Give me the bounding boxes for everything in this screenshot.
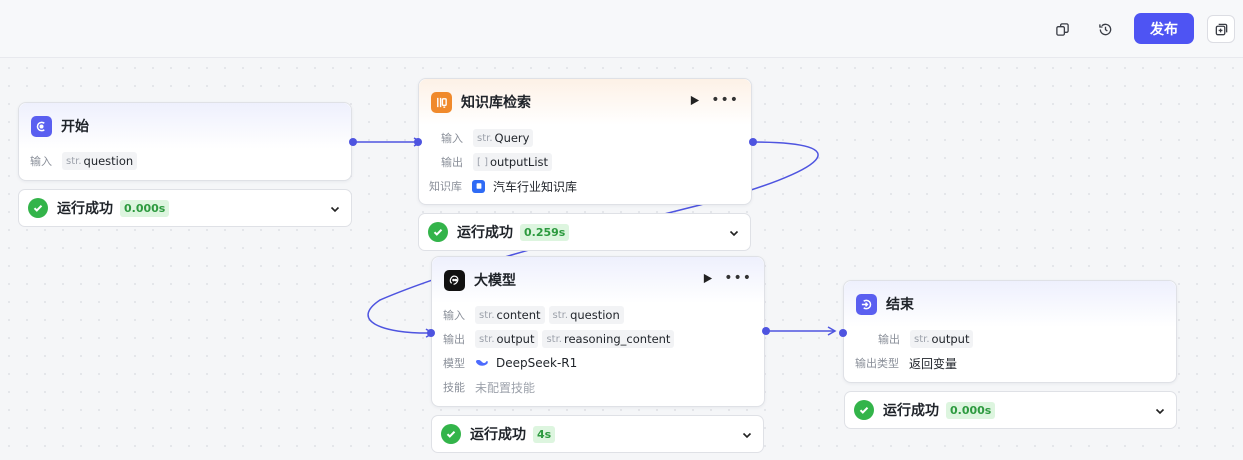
node-llm-input-row: 输入 str. content str. question (443, 306, 624, 324)
output-label: 输出 (443, 333, 465, 346)
output-type-label: 输出类型 (855, 357, 899, 370)
time-badge: 4s (533, 425, 556, 443)
time-badge: 0.000s (120, 199, 170, 217)
node-llm-output-port[interactable] (762, 327, 770, 335)
check-icon (428, 222, 448, 242)
node-start-status[interactable]: 运行成功 0.000s (18, 189, 352, 227)
node-llm-title: 大模型 (474, 273, 516, 289)
output-label: 输出 (878, 333, 900, 346)
input-label: 输入 (30, 155, 52, 168)
variable-tag: str. question (62, 152, 138, 170)
node-kb-actions: ••• (687, 93, 739, 107)
node-kb-header: 知识库检索 ••• (419, 79, 751, 125)
import-icon[interactable] (1207, 15, 1235, 43)
node-llm-model-row: 模型 DeepSeek-R1 (443, 354, 577, 372)
node-start-title: 开始 (61, 119, 89, 135)
copy-icon[interactable] (1048, 15, 1076, 43)
node-llm-header: 大模型 ••• (432, 257, 764, 303)
llm-icon (444, 269, 465, 291)
node-llm-actions: ••• (700, 271, 752, 285)
chevron-down-icon (1155, 408, 1165, 415)
top-toolbar: 发布 (0, 0, 1243, 58)
node-kb-status[interactable]: 运行成功 0.259s (418, 213, 751, 251)
variable-tag: str. reasoning_content (542, 330, 675, 348)
node-start-header: 开始 (19, 103, 351, 149)
play-icon[interactable] (700, 271, 714, 285)
time-badge: 0.259s (520, 223, 570, 241)
end-icon (856, 293, 877, 315)
node-kb-input-row: 输入 str. Query (441, 129, 534, 147)
status-text: 运行成功 (883, 403, 939, 419)
more-icon[interactable]: ••• (724, 271, 752, 285)
variable-tag: [ ] outputList (473, 153, 553, 171)
node-kb-output-port[interactable] (749, 138, 757, 146)
publish-button[interactable]: 发布 (1134, 13, 1194, 44)
node-end-output-row: 输出 str. output (878, 330, 974, 348)
node-start-output-port[interactable] (349, 138, 357, 146)
knowledge-base-icon (472, 179, 485, 193)
input-label: 输入 (441, 132, 463, 145)
check-icon (854, 400, 874, 420)
status-text: 运行成功 (457, 225, 513, 241)
check-icon (28, 198, 48, 218)
node-kb-library-row: 知识库 汽车行业知识库 (429, 177, 577, 195)
output-type-value: 返回变量 (909, 356, 958, 371)
node-end-title: 结束 (886, 297, 914, 313)
variable-tag: str. content (475, 306, 545, 324)
variable-tag: str. Query (473, 129, 534, 147)
time-badge: 0.000s (946, 401, 996, 419)
start-icon (31, 115, 52, 137)
more-icon[interactable]: ••• (711, 93, 739, 107)
model-label: 模型 (443, 357, 465, 370)
chevron-down-icon (729, 230, 739, 237)
node-llm-status[interactable]: 运行成功 4s (431, 415, 764, 453)
status-text: 运行成功 (470, 427, 526, 443)
kb-label: 知识库 (429, 180, 462, 193)
skill-label: 技能 (443, 381, 465, 394)
node-kb-output-row: 输出 [ ] outputList (441, 153, 553, 171)
node-llm-skill-row: 技能 未配置技能 (443, 378, 535, 396)
variable-tag: str. question (548, 306, 624, 324)
input-label: 输入 (443, 309, 465, 322)
variable-tag: str. output (475, 330, 539, 348)
status-text: 运行成功 (57, 201, 113, 217)
node-knowledge-search[interactable]: 知识库检索 ••• 输入 str. Query 输出 [ ] outputList … (418, 78, 752, 205)
chevron-down-icon (330, 206, 340, 213)
node-llm-output-row: 输出 str. output str. reasoning_content (443, 330, 675, 348)
output-label: 输出 (441, 156, 463, 169)
node-start[interactable]: 开始 输入 str. question (18, 102, 352, 181)
node-end[interactable]: 结束 输出 str. output 输出类型 返回变量 (843, 280, 1177, 383)
node-end-header: 结束 (844, 281, 1176, 327)
chevron-down-icon (742, 432, 752, 439)
skill-value: 未配置技能 (475, 380, 536, 395)
model-name: DeepSeek-R1 (496, 356, 578, 370)
node-llm[interactable]: 大模型 ••• 输入 str. content str. question 输出 s… (431, 256, 765, 407)
node-end-input-port[interactable] (839, 329, 847, 337)
node-kb-input-port[interactable] (414, 138, 422, 146)
node-llm-input-port[interactable] (427, 329, 435, 337)
history-icon[interactable] (1091, 15, 1119, 43)
variable-tag: str. output (910, 330, 974, 348)
node-kb-title: 知识库检索 (461, 95, 531, 111)
check-icon (441, 424, 461, 444)
node-end-type-row: 输出类型 返回变量 (855, 354, 957, 372)
node-start-input-row: 输入 str. question (30, 152, 138, 170)
node-end-status[interactable]: 运行成功 0.000s (844, 391, 1177, 429)
play-icon[interactable] (687, 93, 701, 107)
deepseek-icon (475, 358, 489, 368)
knowledge-search-icon (431, 91, 452, 113)
kb-name: 汽车行业知识库 (493, 179, 578, 194)
